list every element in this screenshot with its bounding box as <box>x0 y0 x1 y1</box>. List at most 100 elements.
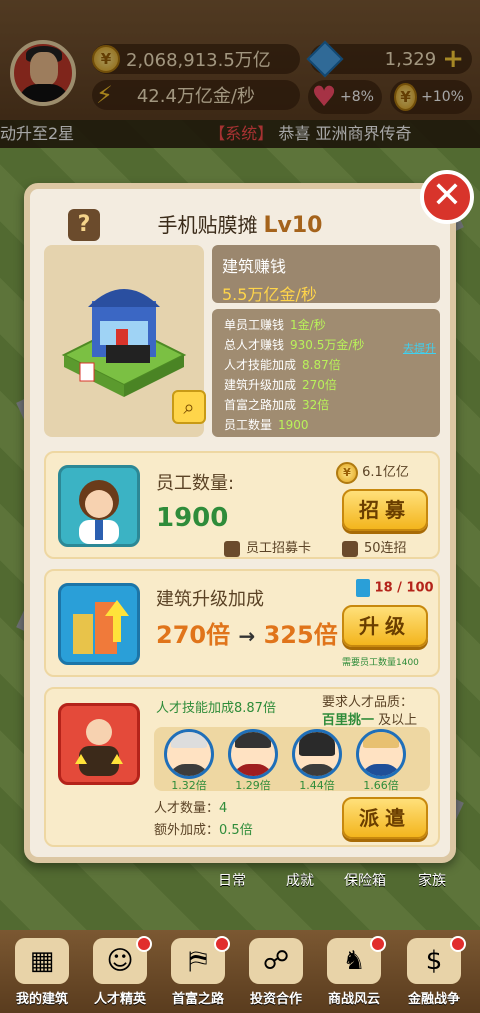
talent-extra: 额外加成：0.5倍 <box>154 819 253 838</box>
stat-label: 总人才赚钱 <box>224 338 285 352</box>
zoom-button[interactable]: ⌕ <box>172 390 206 424</box>
talent-icon <box>58 703 140 785</box>
nav-road-to-richest[interactable]: ⛿ 首富之路 <box>160 936 236 1010</box>
stat-value: 8.87倍 <box>302 358 341 372</box>
recruit-cost-value: 6.1亿亿 <box>362 465 409 480</box>
building-earnings: 建筑赚钱 5.5万亿金/秒 <box>212 245 440 304</box>
talent-multiplier: 1.32倍 <box>171 779 207 792</box>
improve-link[interactable]: 去提升 <box>403 339 436 359</box>
portrait-hair <box>171 732 207 748</box>
handshake-icon: ☍ <box>249 938 303 984</box>
upgrade-button[interactable]: 升级 <box>342 605 428 647</box>
building-upgrade-icon <box>58 583 140 665</box>
stat-row: 人才技能加成 8.87倍 <box>224 355 428 375</box>
stat-label: 人才技能加成 <box>224 358 297 372</box>
upgrade-to: 325倍 <box>263 621 338 649</box>
building-name: 手机贴膜摊 <box>157 213 258 237</box>
upgrade-from: 270倍 <box>156 621 231 649</box>
nav-business-war[interactable]: ♞ 商战风云 <box>316 936 392 1010</box>
upgrade-progress-value: 18 / 100 <box>374 580 434 596</box>
talent-skill-bonus: 人才技能加成8.87倍 <box>156 701 276 716</box>
talent-quality: 百里挑一 及以上 <box>322 709 417 728</box>
upgrade-label: 建筑升级加成 <box>156 589 264 610</box>
building-detail-modal: ? 手机贴膜摊 Lv10 ⌕ 建筑赚钱 5.5万亿金/秒 单员工赚钱 1金/秒 总人… <box>24 183 456 863</box>
nav-label: 金融战争 <box>407 992 460 1007</box>
talent-quality-suffix: 及以上 <box>378 713 418 728</box>
card-icon <box>356 579 370 597</box>
stat-row: 员工数量 1900 <box>224 415 428 435</box>
stat-value: 32倍 <box>302 398 330 412</box>
talent-portrait[interactable] <box>164 729 214 779</box>
building-icon: ▦ <box>15 938 69 984</box>
talent-multiplier: 1.66倍 <box>363 779 399 792</box>
stat-value: 1900 <box>278 418 309 432</box>
talent-multiplier: 1.29倍 <box>235 779 271 792</box>
staff-portrait <box>79 480 119 544</box>
talent-portrait[interactable] <box>228 729 278 779</box>
nav-finance-war[interactable]: $ 金融战争 <box>396 936 472 1010</box>
nav-label: 我的建筑 <box>15 992 68 1007</box>
upgrade-illustration <box>73 600 129 654</box>
talent-portrait[interactable] <box>356 729 406 779</box>
nav-label: 投资合作 <box>249 992 302 1007</box>
portrait-hair <box>299 732 335 756</box>
earnings-value: 5.5万亿金/秒 <box>222 285 317 304</box>
stat-row: 单员工赚钱 1金/秒 <box>224 315 428 335</box>
dispatch-button[interactable]: 派遣 <box>342 797 428 839</box>
stat-row: 建筑升级加成 270倍 <box>224 375 428 395</box>
talent-count: 人才数量：4 <box>154 797 227 816</box>
recruit-button[interactable]: 招募 <box>342 489 428 531</box>
recruit-card-option[interactable]: 员工招募卡 <box>224 537 311 557</box>
nav-label: 人才精英 <box>93 992 146 1007</box>
nav-my-buildings[interactable]: ▦ 我的建筑 <box>4 938 80 1010</box>
earnings-label: 建筑赚钱 <box>222 257 287 276</box>
menu-safe[interactable]: 保险箱 <box>344 870 386 890</box>
arrow-right-icon: → <box>238 624 256 648</box>
close-button[interactable]: ✕ <box>420 170 474 224</box>
staff-count-label: 员工数量: <box>156 473 235 494</box>
talent-count-label: 人才数量： <box>154 801 220 816</box>
talent-portrait[interactable] <box>292 729 342 779</box>
notification-dot <box>370 936 386 952</box>
magnifier-icon: ⌕ <box>183 395 195 419</box>
upgrade-card: 建筑升级加成 270倍 → 325倍 18 / 100 升级 需要员工数量140… <box>44 569 440 677</box>
stat-value: 930.5万金/秒 <box>290 338 365 352</box>
bottom-nav: ▦ 我的建筑 ☺ 人才精英 ⛿ 首富之路 ☍ 投资合作 ♞ 商战风云 $ 金融战… <box>0 930 480 1013</box>
staff-card: 员工数量: 1900 ¥ 6.1亿亿 招募 员工招募卡 50连招 <box>44 451 440 559</box>
talent-card: 人才技能加成8.87倍 要求人才品质： 百里挑一 及以上 1.32倍 1.29倍… <box>44 687 440 847</box>
stat-row: 首富之路加成 32倍 <box>224 395 428 415</box>
recruit-cost: ¥ 6.1亿亿 <box>336 461 409 484</box>
recruit-card-checkbox[interactable] <box>224 540 240 557</box>
bulk-recruit-option[interactable]: 50连招 <box>342 537 407 557</box>
building-level: Lv10 <box>263 213 323 238</box>
bulk-recruit-label: 50连招 <box>364 541 407 556</box>
stat-row: 总人才赚钱 930.5万金/秒 <box>224 335 428 355</box>
notification-dot <box>214 936 230 952</box>
staff-icon <box>58 465 140 547</box>
portrait-hair <box>363 732 399 748</box>
upgrade-values: 270倍 → 325倍 <box>156 615 338 650</box>
nav-label: 首富之路 <box>171 992 224 1007</box>
nav-talent-elite[interactable]: ☺ 人才精英 <box>82 936 158 1010</box>
recruit-card-label: 员工招募卡 <box>246 541 312 556</box>
stat-value: 1金/秒 <box>290 318 326 332</box>
menu-family[interactable]: 家族 <box>418 870 446 890</box>
bulk-recruit-checkbox[interactable] <box>342 540 358 557</box>
stat-label: 单员工赚钱 <box>224 318 285 332</box>
modal-title: 手机贴膜摊 Lv10 <box>130 209 350 238</box>
nav-investment[interactable]: ☍ 投资合作 <box>238 938 314 1010</box>
talent-extra-value: 0.5倍 <box>219 823 253 838</box>
talent-quality-value: 百里挑一 <box>322 713 375 728</box>
help-button[interactable]: ? <box>68 209 100 241</box>
talent-quality-label: 要求人才品质： <box>322 695 414 710</box>
close-icon: ✕ <box>431 175 463 216</box>
stats-panel: 单员工赚钱 1金/秒 总人才赚钱 930.5万金/秒 人才技能加成 8.87倍 建筑升… <box>212 309 440 437</box>
stat-value: 270倍 <box>302 378 337 392</box>
portrait-hair <box>235 732 271 748</box>
talent-multiplier: 1.44倍 <box>299 779 335 792</box>
stat-label: 首富之路加成 <box>224 398 297 412</box>
menu-achievements[interactable]: 成就 <box>286 870 314 890</box>
notification-dot <box>136 936 152 952</box>
menu-daily[interactable]: 日常 <box>218 870 246 890</box>
notification-dot <box>450 936 466 952</box>
